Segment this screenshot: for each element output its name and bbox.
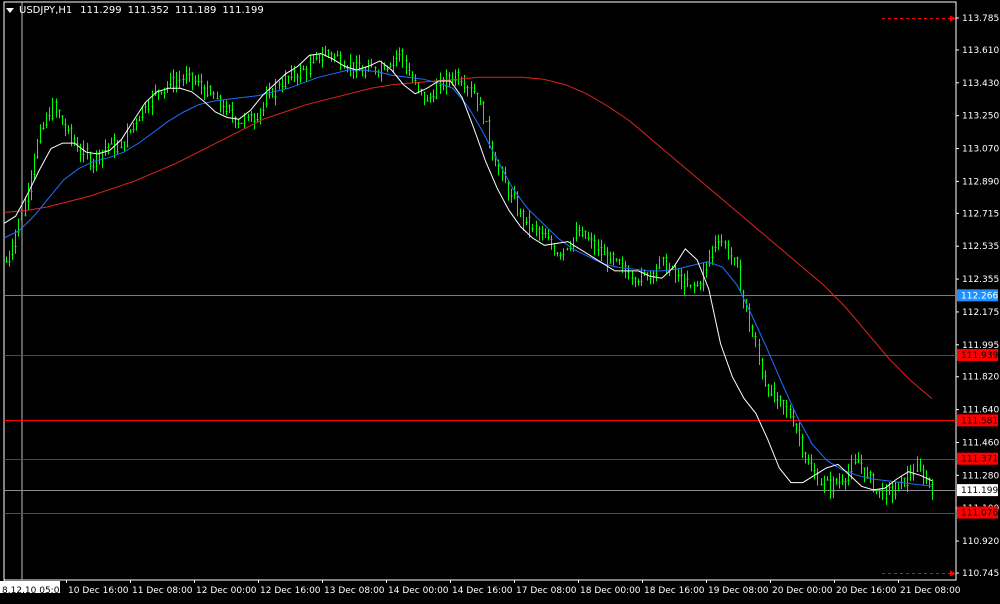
quote-high: 111.352 xyxy=(127,4,170,16)
x-tick-label: 13 Dec 08:00 xyxy=(324,586,385,596)
chart-window[interactable]: 113.785 113.610 113.430 113.250 113.070 112.8… xyxy=(0,0,1000,600)
quote-open: 111.299 xyxy=(80,4,122,16)
x-tick-label: 19 Dec 08:00 xyxy=(708,586,769,596)
x-tick-label: 18 Dec 00:00 xyxy=(580,586,641,596)
x-tick-label: 12 Dec 00:00 xyxy=(196,586,257,596)
current-price-tag: 111.199 xyxy=(961,486,998,496)
chart-menu-triangle-icon[interactable] xyxy=(6,7,14,13)
plot-frame xyxy=(3,1,957,581)
x-tick-label: 21 Dec 08:00 xyxy=(900,586,961,596)
y-tick-label: 111.820 xyxy=(962,373,999,383)
x-tick-label: 18 Dec 16:00 xyxy=(644,586,705,596)
level-price-tag: 111.939 xyxy=(961,351,998,361)
x-tick-label: 20 Dec 00:00 xyxy=(772,586,833,596)
quote-low: 111.189 xyxy=(175,4,217,16)
candles xyxy=(5,45,934,505)
y-tick-label: 112.535 xyxy=(962,242,999,252)
y-tick-label: 110.745 xyxy=(962,569,999,579)
projection-arrow-icon xyxy=(950,570,956,577)
level-price-tag: 111.076 xyxy=(961,509,998,519)
y-tick-label: 110.920 xyxy=(962,537,999,547)
y-tick-label: 113.785 xyxy=(962,14,999,24)
symbol-label: USDJPY,H1 xyxy=(19,4,73,16)
y-tick-label: 113.430 xyxy=(962,79,999,89)
y-tick-label: 111.640 xyxy=(962,406,999,416)
level-price-tag: 112.266 xyxy=(961,291,998,301)
x-tick-label: 10 Dec 16:00 xyxy=(68,586,129,596)
x-tick-label: 14 Dec 00:00 xyxy=(388,586,449,596)
x-tick-label: 14 Dec 16:00 xyxy=(452,586,513,596)
y-tick-label: 113.070 xyxy=(962,145,999,155)
chart-header: USDJPY,H1 111.299 111.352 111.189 111.19… xyxy=(4,3,270,17)
ma-mid-line xyxy=(3,69,933,487)
y-tick-label: 111.460 xyxy=(962,438,999,448)
quote-close: 111.199 xyxy=(222,4,264,16)
y-tick-label: 113.610 xyxy=(962,46,999,56)
x-tick-label: 11 Dec 08:00 xyxy=(132,586,193,596)
ma-fast-line xyxy=(3,53,933,491)
ma-slow-line xyxy=(3,76,933,399)
y-tick-label: 112.175 xyxy=(962,308,999,318)
y-tick-label: 112.355 xyxy=(962,275,999,285)
x-tick-label: 12 Dec 16:00 xyxy=(260,586,321,596)
y-tick-label: 111.280 xyxy=(962,471,999,481)
projection-arrow-icon xyxy=(950,15,956,22)
price-chart[interactable]: 113.785 113.610 113.430 113.250 113.070 112.8… xyxy=(0,0,1000,600)
y-tick-label: 112.890 xyxy=(962,177,999,187)
level-price-tag: 111.371 xyxy=(961,455,998,465)
x-tick-label: 17 Dec 08:00 xyxy=(516,586,577,596)
level-price-tag: 111.581 xyxy=(961,416,998,426)
x-tick-label: 8.12.10 05:00 xyxy=(2,586,65,596)
y-tick-label: 113.250 xyxy=(962,112,999,122)
y-tick-label: 112.715 xyxy=(962,209,999,219)
x-tick-label: 20 Dec 16:00 xyxy=(836,586,897,596)
